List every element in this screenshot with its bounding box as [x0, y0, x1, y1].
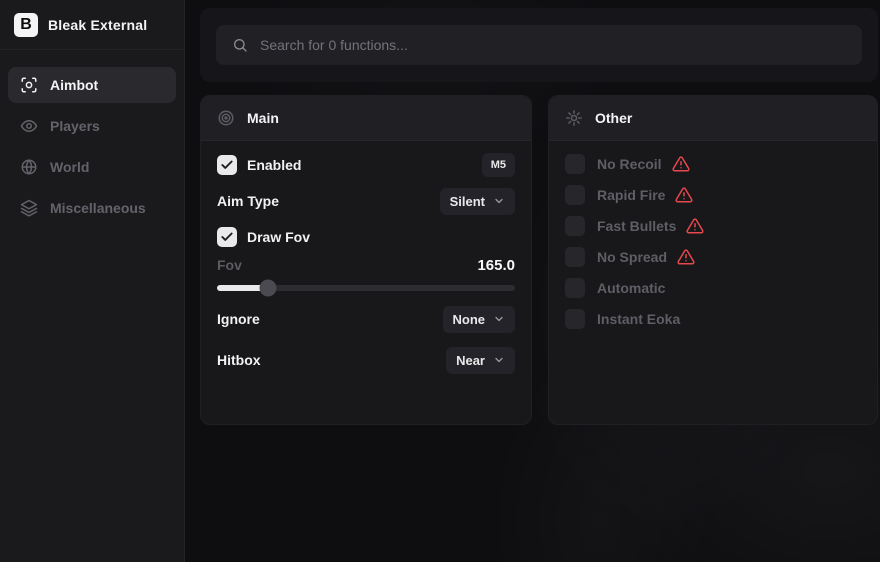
enabled-keybind-badge[interactable]: M5 — [482, 153, 515, 177]
other-panel-title: Other — [595, 110, 632, 126]
search-input[interactable] — [260, 37, 846, 53]
draw-fov-checkbox[interactable] — [217, 227, 237, 247]
search-section — [200, 8, 878, 82]
fov-slider-thumb[interactable] — [259, 280, 276, 297]
automatic-label: Automatic — [597, 280, 665, 296]
no-spread-label: No Spread — [597, 249, 667, 265]
chevron-down-icon — [493, 313, 505, 325]
other-row-no-recoil: No Recoil — [565, 154, 861, 174]
hitbox-label: Hitbox — [217, 352, 261, 368]
main-content: Main Enabled M5 Aim Type Silent — [186, 0, 880, 562]
other-row-rapid-fire: Rapid Fire — [565, 185, 861, 205]
check-icon — [220, 158, 234, 172]
target-icon — [217, 109, 235, 127]
no-spread-checkbox[interactable] — [565, 247, 585, 267]
aim-type-dropdown[interactable]: Silent — [440, 188, 515, 215]
sidebar-item-label: Players — [50, 118, 100, 134]
aim-type-value: Silent — [450, 194, 485, 209]
main-panel-header: Main — [201, 96, 531, 141]
hitbox-dropdown[interactable]: Near — [446, 347, 515, 374]
fast-bullets-checkbox[interactable] — [565, 216, 585, 236]
aim-type-label: Aim Type — [217, 193, 279, 209]
sidebar-item-players[interactable]: Players — [8, 108, 176, 144]
hitbox-row: Hitbox Near — [217, 346, 515, 374]
chevron-down-icon — [493, 354, 505, 366]
ignore-row: Ignore None — [217, 305, 515, 333]
check-icon — [220, 230, 234, 244]
enabled-label: Enabled — [247, 157, 301, 173]
app-logo-icon: B — [14, 13, 38, 37]
sidebar-item-world[interactable]: World — [8, 149, 176, 185]
rapid-fire-checkbox[interactable] — [565, 185, 585, 205]
main-panel: Main Enabled M5 Aim Type Silent — [200, 95, 532, 425]
ignore-dropdown[interactable]: None — [443, 306, 516, 333]
fast-bullets-label: Fast Bullets — [597, 218, 676, 234]
app-title: Bleak External — [48, 17, 147, 33]
enabled-checkbox[interactable] — [217, 155, 237, 175]
instant-eoka-label: Instant Eoka — [597, 311, 680, 327]
warning-triangle-icon — [672, 155, 690, 173]
fov-row: Fov 165.0 — [217, 255, 515, 275]
fov-slider[interactable] — [217, 281, 515, 295]
main-panel-body: Enabled M5 Aim Type Silent — [201, 141, 531, 374]
other-row-no-spread: No Spread — [565, 247, 861, 267]
warning-triangle-icon — [686, 217, 704, 235]
hitbox-value: Near — [456, 353, 485, 368]
main-panel-title: Main — [247, 110, 279, 126]
sidebar-nav: Aimbot Players World — [0, 50, 184, 226]
rapid-fire-label: Rapid Fire — [597, 187, 665, 203]
search-box[interactable] — [216, 25, 862, 65]
ignore-value: None — [453, 312, 486, 327]
app-logo-row: B Bleak External — [0, 0, 184, 50]
other-panel: Other No Recoil Rapid Fire — [548, 95, 878, 425]
sidebar-item-label: World — [50, 159, 89, 175]
crosshair-focus-icon — [20, 76, 38, 94]
enabled-row: Enabled M5 — [217, 151, 515, 179]
sidebar-item-miscellaneous[interactable]: Miscellaneous — [8, 190, 176, 226]
sidebar-item-label: Aimbot — [50, 77, 98, 93]
other-row-fast-bullets: Fast Bullets — [565, 216, 861, 236]
eye-icon — [20, 117, 38, 135]
sidebar-item-aimbot[interactable]: Aimbot — [8, 67, 176, 103]
search-icon — [232, 37, 248, 53]
instant-eoka-checkbox[interactable] — [565, 309, 585, 329]
other-row-instant-eoka: Instant Eoka — [565, 309, 861, 329]
gear-icon — [565, 109, 583, 127]
draw-fov-label: Draw Fov — [247, 229, 310, 245]
globe-icon — [20, 158, 38, 176]
other-panel-body: No Recoil Rapid Fire — [549, 141, 877, 329]
warning-triangle-icon — [677, 248, 695, 266]
fov-value: 165.0 — [477, 257, 515, 274]
other-panel-header: Other — [549, 96, 877, 141]
panels-row: Main Enabled M5 Aim Type Silent — [200, 95, 880, 425]
layers-icon — [20, 199, 38, 217]
other-row-automatic: Automatic — [565, 278, 861, 298]
no-recoil-checkbox[interactable] — [565, 154, 585, 174]
sidebar-item-label: Miscellaneous — [50, 200, 146, 216]
aim-type-row: Aim Type Silent — [217, 187, 515, 215]
ignore-label: Ignore — [217, 311, 260, 327]
automatic-checkbox[interactable] — [565, 278, 585, 298]
no-recoil-label: No Recoil — [597, 156, 662, 172]
sidebar: B Bleak External Aimbot Players — [0, 0, 185, 562]
chevron-down-icon — [493, 195, 505, 207]
warning-triangle-icon — [675, 186, 693, 204]
fov-label: Fov — [217, 257, 242, 273]
draw-fov-row: Draw Fov — [217, 223, 515, 251]
